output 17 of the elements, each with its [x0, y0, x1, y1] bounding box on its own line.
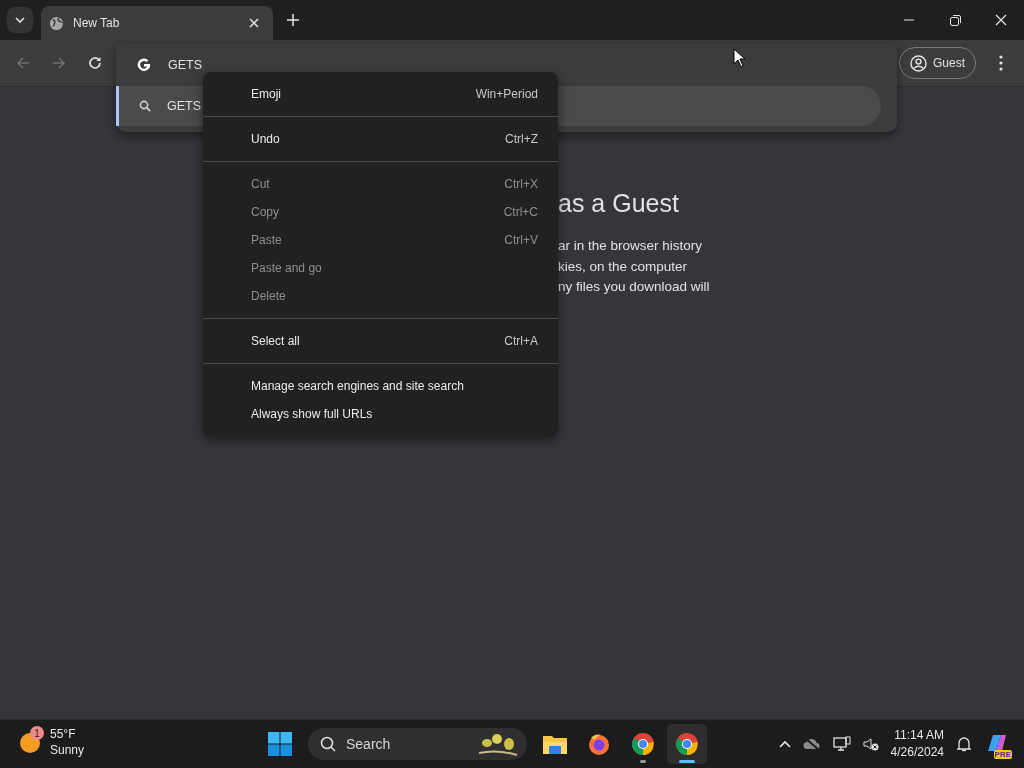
- clock-time: 11:14 AM: [894, 727, 944, 744]
- page-heading: as a Guest: [558, 189, 680, 218]
- page-text: ny files you download will: [558, 278, 711, 296]
- notification-badge: 1: [30, 726, 44, 740]
- shortcut-text: Ctrl+Z: [505, 132, 538, 146]
- preview-badge: PRE: [993, 750, 1012, 759]
- temperature: 55°F: [50, 726, 77, 742]
- shortcut-text: Ctrl+A: [504, 334, 538, 348]
- shortcut-text: Ctrl+C: [503, 205, 538, 219]
- shortcut-text: Ctrl+X: [504, 177, 538, 191]
- page-text: ar in the browser history: [558, 237, 704, 255]
- shortcut-text: Ctrl+V: [504, 233, 538, 247]
- shortcut-text: Win+Period: [475, 87, 538, 101]
- tab-title: New Tab: [73, 16, 121, 30]
- weather-condition: Sunny: [50, 742, 85, 758]
- clock-date: 4/26/2024: [890, 744, 944, 761]
- page-text: kies, on the computer: [558, 257, 689, 276]
